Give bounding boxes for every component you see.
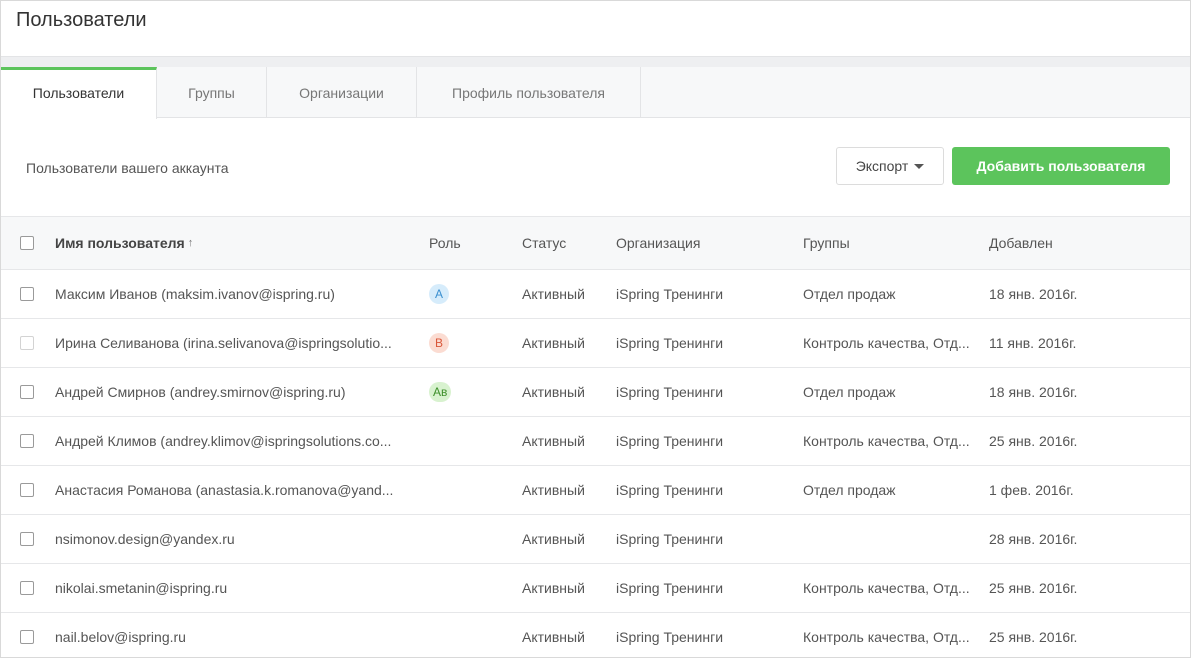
user-status: Активный (522, 384, 585, 400)
user-groups: Контроль качества, Отд... (803, 580, 970, 596)
table-row[interactable]: nikolai.smetanin@ispring.ru Активный iSp… (1, 564, 1190, 613)
user-added-date: 11 янв. 2016г. (989, 335, 1077, 351)
user-name[interactable]: nikolai.smetanin@ispring.ru (55, 580, 227, 596)
table-header: Имя пользователя ↑ Роль Статус Организац… (1, 216, 1190, 270)
user-status: Активный (522, 531, 585, 547)
user-organization: iSpring Тренинги (616, 384, 724, 400)
user-name[interactable]: nail.belov@ispring.ru (55, 629, 186, 645)
user-name[interactable]: Анастасия Романова (anastasia.k.romanova… (55, 482, 393, 498)
export-button-label: Экспорт (855, 158, 909, 174)
role-badge: Ав (429, 382, 452, 402)
user-organization: iSpring Тренинги (616, 433, 724, 449)
user-added-date: 18 янв. 2016г. (989, 384, 1078, 400)
header-divider (1, 56, 1190, 67)
select-all-checkbox[interactable] (20, 236, 34, 250)
user-added-date: 25 янв. 2016г. (989, 433, 1078, 449)
sort-arrow-up-icon: ↑ (187, 237, 194, 249)
export-button[interactable]: Экспорт (836, 147, 944, 185)
section-subtitle: Пользователи вашего аккаунта (26, 160, 229, 176)
user-organization: iSpring Тренинги (616, 629, 724, 645)
column-header-added: Добавлен (989, 235, 1053, 251)
table-row[interactable]: Андрей Смирнов (andrey.smirnov@ispring.r… (1, 368, 1190, 417)
user-status: Активный (522, 629, 585, 645)
role-badge: A (429, 284, 449, 304)
tab-groups[interactable]: Группы (157, 67, 267, 118)
row-checkbox[interactable] (20, 287, 34, 301)
user-added-date: 25 янв. 2016г. (989, 580, 1078, 596)
user-added-date: 25 янв. 2016г. (989, 629, 1078, 645)
user-name[interactable]: Андрей Смирнов (andrey.smirnov@ispring.r… (55, 384, 346, 400)
user-groups: Отдел продаж (803, 384, 896, 400)
user-added-date: 28 янв. 2016г. (989, 531, 1078, 547)
table-row[interactable]: Анастасия Романова (anastasia.k.romanova… (1, 466, 1190, 515)
column-header-name[interactable]: Имя пользователя ↑ (55, 217, 419, 269)
add-user-button[interactable]: Добавить пользователя (952, 147, 1170, 185)
user-status: Активный (522, 335, 585, 351)
role-badge: B (429, 333, 449, 353)
tab-organizations[interactable]: Организации (267, 67, 417, 118)
row-checkbox[interactable] (20, 532, 34, 546)
tab-bar: Пользователи Группы Организации Профиль … (1, 67, 1190, 119)
users-table: Имя пользователя ↑ Роль Статус Организац… (1, 216, 1190, 657)
tab-users[interactable]: Пользователи (1, 67, 157, 119)
user-organization: iSpring Тренинги (616, 580, 724, 596)
user-groups: Контроль качества, Отд... (803, 433, 970, 449)
user-groups: Отдел продаж (803, 482, 896, 498)
user-groups: Отдел продаж (803, 286, 896, 302)
user-status: Активный (522, 580, 585, 596)
user-added-date: 1 фев. 2016г. (989, 482, 1074, 498)
user-organization: iSpring Тренинги (616, 335, 724, 351)
column-header-groups: Группы (803, 235, 850, 251)
row-checkbox[interactable] (20, 630, 34, 644)
user-name[interactable]: Андрей Климов (andrey.klimov@ispringsolu… (55, 433, 391, 449)
column-name-label: Имя пользователя (55, 235, 185, 251)
user-organization: iSpring Тренинги (616, 286, 724, 302)
user-organization: iSpring Тренинги (616, 531, 724, 547)
row-checkbox[interactable] (20, 483, 34, 497)
user-organization: iSpring Тренинги (616, 482, 724, 498)
user-groups: Контроль качества, Отд... (803, 629, 970, 645)
user-added-date: 18 янв. 2016г. (989, 286, 1078, 302)
table-row[interactable]: Ирина Селиванова (irina.selivanova@ispri… (1, 319, 1190, 368)
row-checkbox[interactable] (20, 581, 34, 595)
user-status: Активный (522, 286, 585, 302)
users-page: Пользователи Пользователи Группы Организ… (0, 0, 1191, 658)
column-header-status: Статус (522, 235, 567, 251)
user-groups: Контроль качества, Отд... (803, 335, 970, 351)
user-status: Активный (522, 433, 585, 449)
user-status: Активный (522, 482, 585, 498)
table-row[interactable]: Максим Иванов (maksim.ivanov@ispring.ru)… (1, 270, 1190, 319)
user-name[interactable]: nsimonov.design@yandex.ru (55, 531, 235, 547)
page-title: Пользователи (16, 9, 147, 31)
table-row[interactable]: nail.belov@ispring.ru Активный iSpring Т… (1, 613, 1190, 657)
row-checkbox[interactable] (20, 385, 34, 399)
row-checkbox[interactable] (20, 434, 34, 448)
column-header-role: Роль (429, 235, 461, 251)
table-row[interactable]: Андрей Климов (andrey.klimov@ispringsolu… (1, 417, 1190, 466)
tab-user-profile[interactable]: Профиль пользователя (417, 67, 641, 118)
table-row[interactable]: nsimonov.design@yandex.ru Активный iSpri… (1, 515, 1190, 564)
user-name[interactable]: Максим Иванов (maksim.ivanov@ispring.ru) (55, 286, 335, 302)
column-header-organization: Организация (616, 235, 701, 251)
row-checkbox[interactable] (20, 336, 34, 350)
user-name[interactable]: Ирина Селиванова (irina.selivanova@ispri… (55, 335, 392, 351)
caret-down-icon (914, 163, 925, 169)
